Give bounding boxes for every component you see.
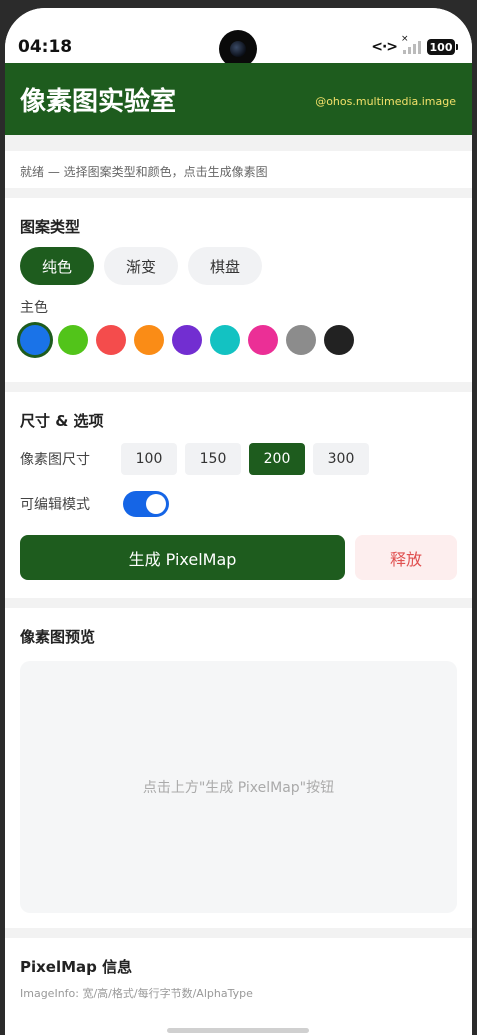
pattern-title: 图案类型 bbox=[20, 218, 81, 236]
color-swatch-pink[interactable] bbox=[248, 325, 278, 355]
battery-icon: 100 bbox=[427, 39, 458, 55]
info-subtitle: ImageInfo: 宽/高/格式/每行字节数/AlphaType bbox=[20, 987, 253, 1000]
size-title: 尺寸 & 选项 bbox=[20, 412, 104, 430]
signal-icon: × bbox=[401, 34, 421, 54]
color-label: 主色 bbox=[20, 300, 48, 316]
pattern-checkerboard-button[interactable]: 棋盘 bbox=[188, 247, 262, 285]
color-swatch-black[interactable] bbox=[324, 325, 354, 355]
size-options-card: 尺寸 & 选项 像素图尺寸 100 150 200 300 可编辑模式 生成 P… bbox=[5, 392, 472, 598]
no-signal-icon: × bbox=[401, 34, 409, 44]
generate-pixelmap-button[interactable]: 生成 PixelMap bbox=[20, 535, 345, 580]
status-time: 04:18 bbox=[18, 37, 73, 57]
battery-level: 100 bbox=[427, 39, 455, 55]
pattern-solid-button[interactable]: 纯色 bbox=[20, 247, 94, 285]
network-icon: <·> bbox=[371, 39, 398, 55]
device-frame: 04:18 <·> × 100 像素图实验室 @ohos.multimedia.… bbox=[0, 0, 477, 1035]
editable-row: 可编辑模式 bbox=[20, 491, 457, 517]
color-swatch-green[interactable] bbox=[58, 325, 88, 355]
status-bar: 04:18 <·> × 100 bbox=[5, 8, 472, 68]
preview-title: 像素图预览 bbox=[20, 628, 96, 646]
size-200-button[interactable]: 200 bbox=[249, 443, 305, 475]
color-swatch-orange[interactable] bbox=[134, 325, 164, 355]
color-swatch-blue[interactable] bbox=[20, 325, 50, 355]
color-swatch-red[interactable] bbox=[96, 325, 126, 355]
size-100-button[interactable]: 100 bbox=[121, 443, 177, 475]
pattern-gradient-button[interactable]: 渐变 bbox=[104, 247, 178, 285]
toggle-knob bbox=[146, 494, 166, 514]
color-swatch-purple[interactable] bbox=[172, 325, 202, 355]
color-swatch-row bbox=[20, 325, 457, 355]
size-row: 像素图尺寸 100 150 200 300 bbox=[20, 443, 457, 475]
info-title: PixelMap 信息 bbox=[20, 958, 133, 976]
preview-area: 点击上方"生成 PixelMap"按钮 bbox=[20, 661, 457, 913]
size-300-button[interactable]: 300 bbox=[313, 443, 369, 475]
pixelmap-info-card: PixelMap 信息 ImageInfo: 宽/高/格式/每行字节数/Alph… bbox=[5, 938, 472, 1035]
screen: 04:18 <·> × 100 像素图实验室 @ohos.multimedia.… bbox=[5, 8, 472, 1035]
size-label: 像素图尺寸 bbox=[20, 452, 90, 468]
release-button[interactable]: 释放 bbox=[355, 535, 457, 580]
preview-placeholder: 点击上方"生成 PixelMap"按钮 bbox=[142, 780, 335, 796]
status-icons: <·> × 100 bbox=[371, 34, 458, 56]
editable-label: 可编辑模式 bbox=[20, 497, 90, 513]
content: 就绪 — 选择图案类型和颜色，点击生成像素图 图案类型 纯色 渐变 棋盘 主色 bbox=[5, 135, 472, 1035]
size-150-button[interactable]: 150 bbox=[185, 443, 241, 475]
color-swatch-gray[interactable] bbox=[286, 325, 316, 355]
app-header: 像素图实验室 @ohos.multimedia.image bbox=[5, 63, 472, 135]
home-indicator[interactable] bbox=[167, 1028, 309, 1033]
action-row: 生成 PixelMap 释放 bbox=[20, 535, 457, 580]
app-subtitle: @ohos.multimedia.image bbox=[315, 95, 456, 108]
pattern-type-group: 纯色 渐变 棋盘 bbox=[20, 247, 457, 285]
preview-card: 像素图预览 点击上方"生成 PixelMap"按钮 bbox=[5, 608, 472, 928]
editable-toggle[interactable] bbox=[123, 491, 169, 517]
color-swatch-cyan[interactable] bbox=[210, 325, 240, 355]
size-options: 100 150 200 300 bbox=[121, 443, 369, 475]
pattern-card: 图案类型 纯色 渐变 棋盘 主色 bbox=[5, 198, 472, 382]
app-title: 像素图实验室 bbox=[20, 87, 177, 117]
status-text: 就绪 — 选择图案类型和颜色，点击生成像素图 bbox=[5, 151, 472, 188]
